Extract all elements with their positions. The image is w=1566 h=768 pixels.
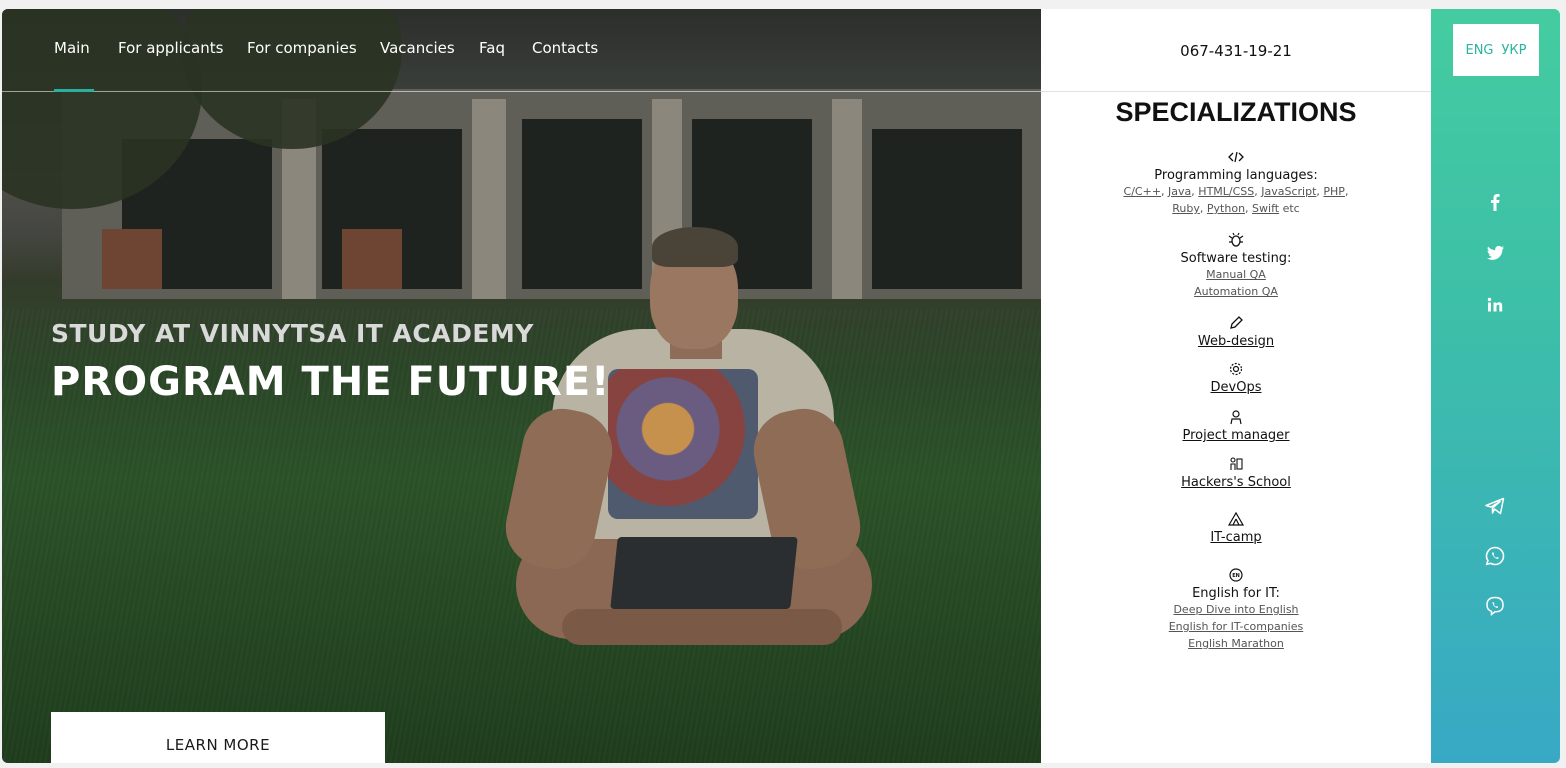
link-automation-qa[interactable]: Automation QA: [1194, 285, 1278, 298]
laptop: [610, 537, 798, 609]
twitter-icon[interactable]: [1483, 241, 1507, 265]
code-icon: [1228, 151, 1244, 163]
page-frame: Main For applicants For companies Vacanc…: [2, 9, 1560, 763]
testing-links: Manual QA Automation QA: [1041, 266, 1431, 300]
spec-programming-label: Programming languages:: [1154, 168, 1318, 183]
link-php[interactable]: PHP: [1323, 185, 1345, 198]
specializations-title: SPECIALIZATIONS: [1115, 97, 1357, 127]
link-html-css[interactable]: HTML/CSS: [1198, 185, 1254, 198]
phone-header: 067-431-19-21: [1041, 9, 1431, 92]
person-icon: [1230, 410, 1242, 425]
gear-icon: [1229, 362, 1243, 376]
learn-more-button[interactable]: LEARN MORE: [51, 712, 385, 763]
link-english-companies[interactable]: English for IT-companies: [1169, 620, 1304, 633]
pencil-icon: [1230, 316, 1243, 329]
active-nav-indicator: [54, 89, 94, 92]
spec-itcamp-link[interactable]: IT-camp: [1041, 530, 1431, 545]
spec-pm: Project manager: [1041, 409, 1431, 443]
bug-icon: [1228, 232, 1244, 247]
lang-eng[interactable]: ENG: [1465, 43, 1493, 58]
hero-section: Main For applicants For companies Vacanc…: [2, 9, 1041, 763]
link-c-cpp[interactable]: C/C++: [1124, 185, 1162, 198]
nav-item-for-companies[interactable]: For companies: [247, 39, 357, 57]
spec-english: EN English for IT: Deep Dive into Englis…: [1041, 567, 1431, 652]
nav-item-for-applicants[interactable]: For applicants: [118, 39, 223, 57]
spec-hackers: Hackers's School: [1041, 456, 1431, 490]
programming-links: C/C++, Java, HTML/CSS, JavaScript, PHP, …: [1123, 185, 1349, 215]
phone-number[interactable]: 067-431-19-21: [1041, 42, 1431, 60]
building-pillar: [472, 99, 506, 299]
building-window: [522, 119, 642, 289]
building-pillar: [832, 99, 862, 299]
language-switcher: ENG УКР: [1453, 24, 1539, 76]
english-links: Deep Dive into English English for IT-co…: [1041, 601, 1431, 652]
tent-icon: [1228, 511, 1244, 526]
people-icon: [1230, 457, 1243, 470]
spec-webdesign: Web-design: [1041, 315, 1431, 349]
nav-item-vacancies[interactable]: Vacancies: [380, 39, 455, 57]
spec-itcamp: IT-camp: [1041, 511, 1431, 545]
en-icon: EN: [1229, 568, 1243, 582]
link-python[interactable]: Python: [1207, 202, 1245, 215]
whatsapp-icon[interactable]: [1483, 544, 1507, 568]
spec-hackers-link[interactable]: Hackers's School: [1041, 475, 1431, 490]
orange-wall: [342, 229, 402, 289]
link-english-marathon[interactable]: English Marathon: [1188, 637, 1284, 650]
telegram-icon[interactable]: [1483, 494, 1507, 518]
spec-webdesign-link[interactable]: Web-design: [1041, 334, 1431, 349]
svg-text:EN: EN: [1232, 573, 1240, 579]
main-nav: Main For applicants For companies Vacanc…: [2, 9, 1041, 92]
hero-subtitle: STUDY AT VINNYTSA IT ACADEMY: [51, 319, 534, 348]
spec-devops: DevOps: [1041, 361, 1431, 395]
lang-ukr[interactable]: УКР: [1502, 43, 1527, 58]
link-javascript[interactable]: JavaScript: [1261, 185, 1316, 198]
facebook-icon[interactable]: [1483, 190, 1507, 214]
nav-item-main[interactable]: Main: [54, 39, 90, 57]
link-deep-dive[interactable]: Deep Dive into English: [1173, 603, 1298, 616]
person-feet: [562, 609, 842, 645]
specializations-panel: 067-431-19-21 SPECIALIZATIONS Programmin…: [1041, 9, 1431, 763]
link-swift[interactable]: Swift: [1252, 202, 1279, 215]
nav-item-faq[interactable]: Faq: [479, 39, 505, 57]
spec-devops-link[interactable]: DevOps: [1041, 380, 1431, 395]
spec-testing-label: Software testing:: [1180, 251, 1292, 266]
building-window: [872, 129, 1022, 289]
shirt-print: [608, 369, 758, 519]
viber-icon[interactable]: [1483, 594, 1507, 618]
link-java[interactable]: Java: [1168, 185, 1191, 198]
etc-text: etc: [1282, 202, 1300, 215]
spec-programming: Programming languages: C/C++, Java, HTML…: [1041, 149, 1431, 217]
orange-wall: [102, 229, 162, 289]
social-sidebar: ENG УКР: [1431, 9, 1560, 763]
link-ruby[interactable]: Ruby: [1172, 202, 1200, 215]
nav-item-contacts[interactable]: Contacts: [532, 39, 598, 57]
spec-pm-link[interactable]: Project manager: [1041, 428, 1431, 443]
person-hair: [652, 227, 738, 267]
linkedin-icon[interactable]: [1483, 293, 1507, 317]
hero-title: PROGRAM THE FUTURE!: [51, 359, 611, 405]
spec-english-label: English for IT:: [1192, 586, 1280, 601]
spec-testing: Software testing: Manual QA Automation Q…: [1041, 232, 1431, 300]
link-manual-qa[interactable]: Manual QA: [1206, 268, 1266, 281]
